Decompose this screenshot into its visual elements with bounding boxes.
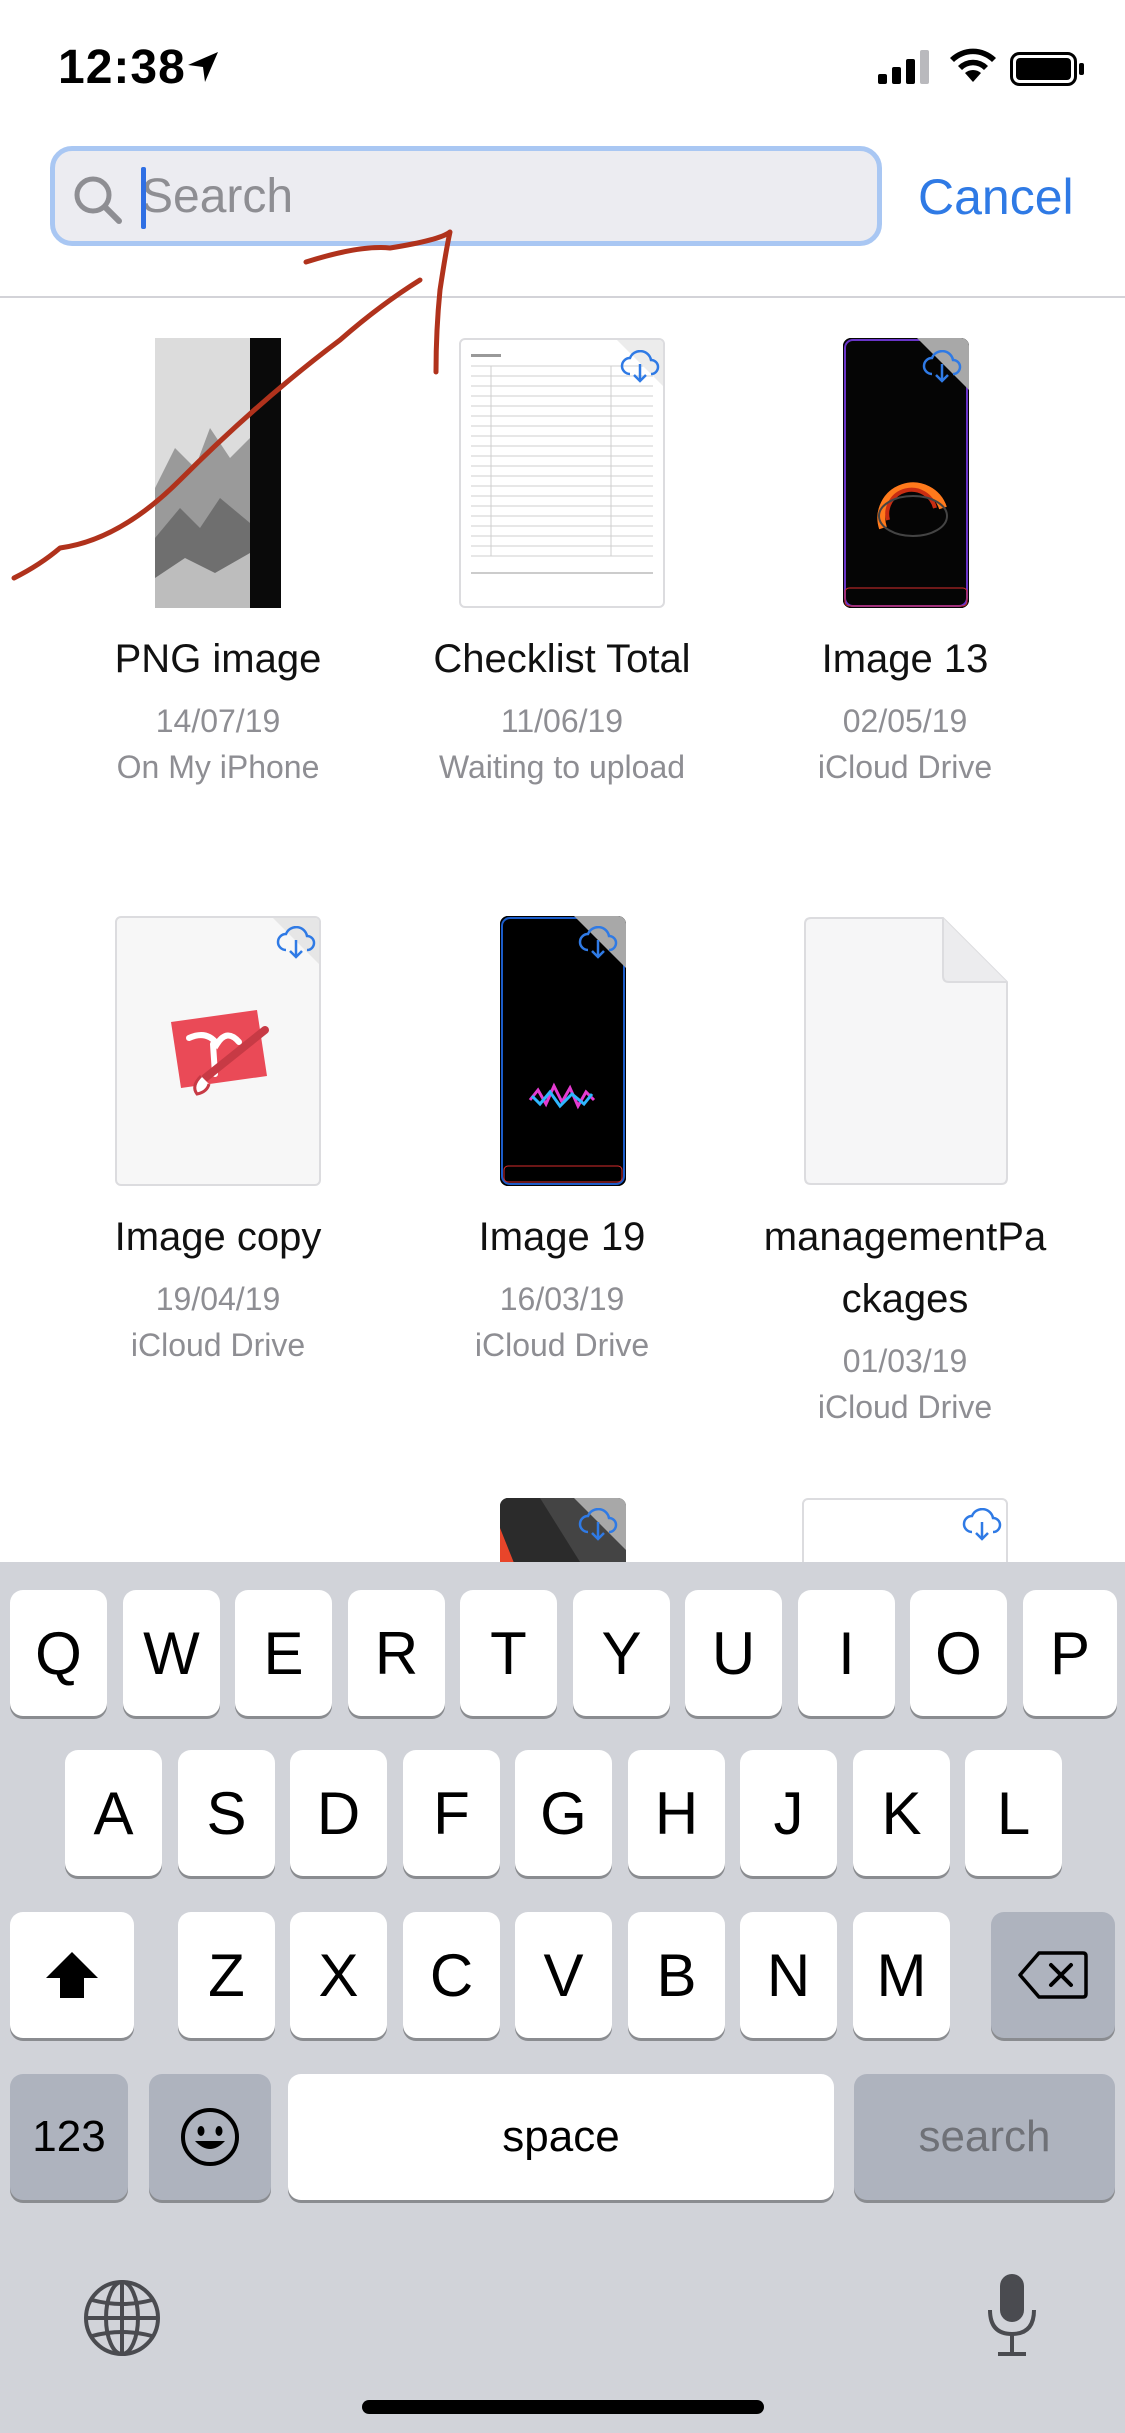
shift-key[interactable]: [10, 1912, 134, 2038]
search-input[interactable]: [141, 165, 861, 227]
key-p[interactable]: P: [1023, 1590, 1117, 1716]
microphone-icon[interactable]: [982, 2270, 1042, 2360]
emoji-icon: [181, 2108, 239, 2166]
key-h[interactable]: H: [628, 1750, 725, 1876]
file-location: On My iPhone: [116, 749, 320, 785]
key-o[interactable]: O: [910, 1590, 1007, 1716]
key-c[interactable]: C: [403, 1912, 500, 2038]
file-date: 11/06/19: [500, 703, 624, 739]
status-bar: 12:38: [0, 0, 1125, 140]
search-key[interactable]: search: [854, 2074, 1115, 2200]
key-k[interactable]: K: [853, 1750, 950, 1876]
file-item-managementpackages[interactable]: managementPa ckages 01/03/19 iCloud Driv…: [735, 914, 1075, 1434]
file-date: 14/07/19: [155, 703, 281, 739]
file-item-image-copy[interactable]: Image copy 19/04/19 iCloud Drive: [48, 914, 388, 1374]
key-j[interactable]: J: [740, 1750, 837, 1876]
file-name: Image 19: [478, 1215, 646, 1259]
key-u[interactable]: U: [685, 1590, 782, 1716]
delete-icon: [1018, 1951, 1088, 1999]
key-b[interactable]: B: [628, 1912, 725, 2038]
key-y[interactable]: Y: [573, 1590, 670, 1716]
cellular-signal-icon: [878, 50, 929, 84]
shift-icon: [46, 1952, 98, 1998]
file-name: Checklist Total: [433, 637, 691, 681]
home-indicator: [362, 2400, 764, 2414]
file-date: 02/05/19: [842, 703, 968, 739]
file-location: iCloud Drive: [817, 1389, 993, 1425]
key-w[interactable]: W: [123, 1590, 220, 1716]
location-arrow-icon: [188, 52, 218, 82]
text-caret: [141, 167, 146, 229]
file-name-line-1: managementPa: [763, 1215, 1047, 1259]
key-m[interactable]: M: [853, 1912, 950, 2038]
key-d[interactable]: D: [290, 1750, 387, 1876]
key-z[interactable]: Z: [178, 1912, 275, 2038]
file-date: 19/04/19: [155, 1281, 281, 1317]
png-image-preview: [155, 338, 281, 608]
file-date: 16/03/19: [499, 1281, 625, 1317]
header-divider: [0, 296, 1125, 298]
key-l[interactable]: L: [965, 1750, 1062, 1876]
file-date: 01/03/19: [842, 1343, 968, 1379]
file-item-png-image[interactable]: PNG image 14/07/19 On My iPhone: [48, 336, 388, 796]
key-n[interactable]: N: [740, 1912, 837, 2038]
key-e[interactable]: E: [235, 1590, 332, 1716]
file-location: Waiting to upload: [438, 749, 686, 785]
file-name: Image copy: [114, 1215, 322, 1259]
keyboard: Q W E R T Y U I O P A S D F G H J K L Z …: [0, 1562, 1125, 2433]
cloud-download-icon: [620, 350, 660, 383]
file-item-checklist-total[interactable]: Checklist Total 11/06/19 Waiting to uplo…: [392, 336, 732, 796]
file-name: PNG image: [114, 637, 322, 681]
file-item-image-19[interactable]: Image 19 16/03/19 iCloud Drive: [392, 914, 732, 1374]
search-field[interactable]: [50, 146, 882, 246]
key-q[interactable]: Q: [10, 1590, 107, 1716]
battery-icon: [1010, 52, 1084, 86]
cloud-download-icon: [922, 350, 962, 383]
cancel-button[interactable]: Cancel: [918, 168, 1074, 226]
key-r[interactable]: R: [348, 1590, 445, 1716]
key-t[interactable]: T: [460, 1590, 557, 1716]
key-f[interactable]: F: [403, 1750, 500, 1876]
key-a[interactable]: A: [65, 1750, 162, 1876]
file-location: iCloud Drive: [130, 1327, 306, 1363]
file-item-image-13[interactable]: Image 13 02/05/19 iCloud Drive: [735, 336, 1075, 796]
key-s[interactable]: S: [178, 1750, 275, 1876]
blank-file-icon: [804, 917, 1008, 1185]
file-location: iCloud Drive: [474, 1327, 650, 1363]
generic-document-icon: [803, 916, 1009, 1186]
cloud-download-icon: [578, 926, 618, 959]
cloud-download-icon: [962, 1508, 1002, 1541]
numbers-key[interactable]: 123: [10, 2074, 128, 2200]
file-thumbnail: [155, 338, 281, 608]
cloud-download-icon: [578, 1508, 618, 1541]
emoji-key[interactable]: [149, 2074, 271, 2200]
search-icon: [74, 176, 122, 224]
file-name: Image 13: [821, 637, 989, 681]
wifi-icon: [950, 48, 996, 82]
backspace-key[interactable]: [991, 1912, 1115, 2038]
key-x[interactable]: X: [290, 1912, 387, 2038]
clock: 12:38: [58, 41, 186, 94]
key-g[interactable]: G: [515, 1750, 612, 1876]
key-v[interactable]: V: [515, 1912, 612, 2038]
space-key[interactable]: space: [288, 2074, 834, 2200]
cloud-download-icon: [276, 926, 316, 959]
file-location: iCloud Drive: [817, 749, 993, 785]
key-i[interactable]: I: [798, 1590, 895, 1716]
globe-icon[interactable]: [82, 2278, 162, 2358]
file-name-line-2: ckages: [841, 1277, 969, 1321]
